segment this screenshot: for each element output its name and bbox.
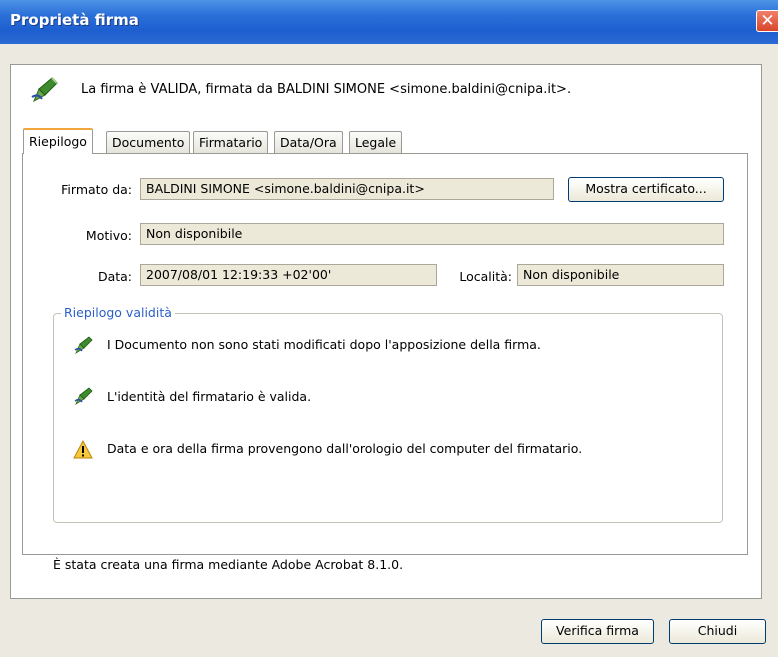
close-button[interactable]: Chiudi (669, 619, 766, 644)
date-label: Data: (97, 269, 132, 284)
window-title: Proprietà firma (10, 11, 139, 29)
reason-field: Non disponibile (140, 223, 724, 245)
signed-by-label: Firmato da: (61, 182, 132, 197)
tab-documento[interactable]: Documento (106, 131, 191, 153)
signature-status-message: La firma è VALIDA, firmata da BALDINI SI… (81, 82, 572, 97)
tab-firmatario[interactable]: Firmatario (193, 131, 269, 153)
location-label: Località: (459, 269, 512, 284)
pen-check-icon (30, 75, 60, 105)
tab-legale[interactable]: Legale (349, 131, 403, 153)
show-certificate-button[interactable]: Mostra certificato... (568, 177, 724, 202)
warning-icon (73, 439, 93, 460)
tab-data-ora[interactable]: Data/Ora (274, 131, 343, 153)
verify-signature-button[interactable]: Verifica firma (541, 619, 654, 644)
validity-item-text: I Documento non sono stati modificati do… (107, 337, 541, 352)
pen-check-icon (74, 335, 94, 355)
creation-note: È stata creata una firma mediante Adobe … (53, 557, 404, 572)
location-field: Non disponibile (517, 264, 724, 286)
validity-summary-title: Riepilogo validità (61, 305, 175, 320)
tab-riepilogo[interactable]: Riepilogo (23, 128, 93, 154)
signed-by-field: BALDINI SIMONE <simone.baldini@cnipa.it> (140, 178, 554, 200)
close-window-button[interactable]: ✕ (756, 10, 778, 32)
validity-item-text: L'identità del firmatario è valida. (107, 389, 312, 404)
date-field: 2007/08/01 12:19:33 +02'00' (140, 264, 437, 286)
validity-item-text: Data e ora della firma provengono dall'o… (107, 441, 583, 456)
reason-label: Motivo: (85, 228, 132, 243)
pen-check-icon (74, 386, 94, 406)
